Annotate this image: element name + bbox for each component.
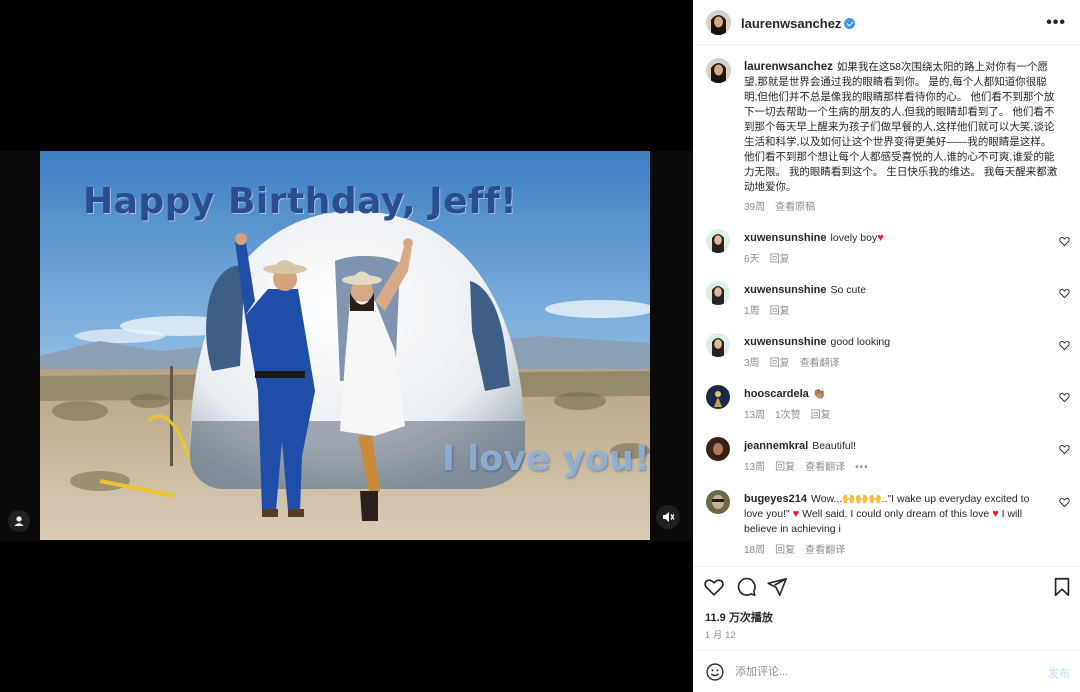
commenter-avatar[interactable] [706, 437, 730, 461]
post-video[interactable]: Happy Birthday, Jeff! I love you! [40, 151, 650, 540]
comment-text: Beautiful! [812, 440, 856, 452]
video-overlay-subtitle: I love you! [442, 439, 650, 479]
commenter-avatar[interactable] [706, 385, 730, 409]
caption: laurenwsanchez 如果我在这58次围绕太阳的路上对你有一个愿望,那就是… [693, 46, 1080, 221]
caption-time: 39周 [744, 202, 766, 213]
comment-text: lovely boy [830, 232, 878, 244]
post-side-panel: laurenwsanchez ••• laurenwsanchez 如果我在这58… [693, 0, 1080, 692]
comment-item: jeannemkral Beautiful! 13周 回复 查看翻译 ••• [693, 437, 1080, 489]
comment-text: Wow... [810, 493, 843, 505]
post-date: 1 月 12 [705, 630, 736, 640]
comment-item: bugeyes214 Wow...🙌🙌🙌.."I wake up everyday… [693, 490, 1080, 560]
see-original-link[interactable]: 查看原稿 [775, 202, 815, 213]
caption-text: laurenwsanchez 如果我在这58次围绕太阳的路上对你有一个愿望,那就是… [744, 60, 1060, 195]
author-avatar[interactable] [706, 10, 731, 35]
emoji-picker-icon[interactable] [705, 662, 725, 682]
like-comment-icon[interactable] [1059, 392, 1070, 403]
comment-text: Well said. I could only dream of this lo… [799, 508, 993, 520]
like-heart-icon[interactable] [703, 576, 725, 598]
caption-author-avatar[interactable] [706, 58, 731, 83]
comment-time: 6天 [744, 254, 760, 265]
share-paper-plane-icon[interactable] [766, 576, 788, 598]
add-comment-bar: 发布 [693, 650, 1080, 692]
reply-link[interactable]: 回复 [770, 254, 790, 265]
commenter-username[interactable]: xuwensunshine [744, 336, 827, 348]
reply-link[interactable]: 回复 [770, 358, 790, 369]
caption-body: 如果我在这58次围绕太阳的路上对你有一个愿望,那就是世界会通过我的眼睛看到你。 … [744, 61, 1058, 193]
author-username[interactable]: laurenwsanchez [741, 16, 841, 31]
commenter-avatar[interactable] [706, 333, 730, 357]
like-comment-icon[interactable] [1059, 444, 1070, 455]
comment-time: 18周 [744, 545, 766, 556]
red-heart-emoji: ♥ [877, 232, 884, 244]
media-pane: Happy Birthday, Jeff! I love you! [0, 0, 693, 692]
see-translation-link[interactable]: 查看翻译 [800, 358, 840, 369]
video-overlay-title: Happy Birthday, Jeff! [83, 181, 518, 222]
commenter-username[interactable]: xuwensunshine [744, 284, 827, 296]
comment-options-icon[interactable]: ••• [855, 462, 869, 473]
like-comment-icon[interactable] [1059, 236, 1070, 247]
comment-text: So cute [830, 284, 867, 296]
save-bookmark-icon[interactable] [1051, 576, 1073, 598]
view-count[interactable]: 11.9 万次播放 [705, 609, 773, 625]
comment-time: 1周 [744, 306, 760, 317]
comment-time: 3周 [744, 358, 760, 369]
commenter-avatar[interactable] [706, 229, 730, 253]
comment-item: xuwensunshine good looking 3周 回复 查看翻译 [693, 333, 1080, 385]
reply-link[interactable]: 回复 [775, 462, 795, 473]
reply-link[interactable]: 回复 [770, 306, 790, 317]
raising-hands-emoji: 🙌🙌🙌 [842, 493, 882, 505]
more-options-icon[interactable]: ••• [1046, 14, 1066, 32]
see-translation-link[interactable]: 查看翻译 [805, 462, 845, 473]
commenter-avatar[interactable] [706, 490, 730, 514]
caption-username[interactable]: laurenwsanchez [744, 61, 833, 73]
like-comment-icon[interactable] [1059, 288, 1070, 299]
comment-text: good looking [830, 336, 891, 348]
comment-item: hooscardela 👏🏽 13周 1次赞 回复 [693, 385, 1080, 437]
caption-meta: 39周 查看原稿 [744, 198, 825, 213]
comment-item: xuwensunshine So cute 1周 回复 [693, 281, 1080, 333]
clapping-hands-emoji: 👏🏽 [812, 388, 826, 400]
comment-time: 13周 [744, 462, 766, 473]
commenter-avatar[interactable] [706, 281, 730, 305]
like-comment-icon[interactable] [1059, 340, 1070, 351]
reply-link[interactable]: 回复 [811, 410, 831, 421]
commenter-username[interactable]: bugeyes214 [744, 493, 807, 505]
post-comment-button[interactable]: 发布 [1048, 665, 1070, 681]
comment-input[interactable] [735, 662, 1025, 682]
like-comment-icon[interactable] [1059, 497, 1070, 508]
post-header: laurenwsanchez ••• [693, 0, 1080, 45]
see-translation-link[interactable]: 查看翻译 [805, 545, 845, 556]
comment-bubble-icon[interactable] [735, 576, 757, 598]
comment-time: 13周 [744, 410, 766, 421]
mute-icon[interactable] [656, 505, 680, 529]
commenter-username[interactable]: hooscardela [744, 388, 809, 400]
comment-likes-count[interactable]: 1次赞 [775, 410, 801, 421]
reply-link[interactable]: 回复 [775, 545, 795, 556]
commenter-username[interactable]: jeannemkral [744, 440, 808, 452]
commenter-username[interactable]: xuwensunshine [744, 232, 827, 244]
comment-item: xuwensunshine lovely boy♥ 6天 回复 [693, 229, 1080, 281]
user-tags-icon[interactable] [8, 510, 30, 532]
verified-badge-icon [844, 18, 856, 29]
